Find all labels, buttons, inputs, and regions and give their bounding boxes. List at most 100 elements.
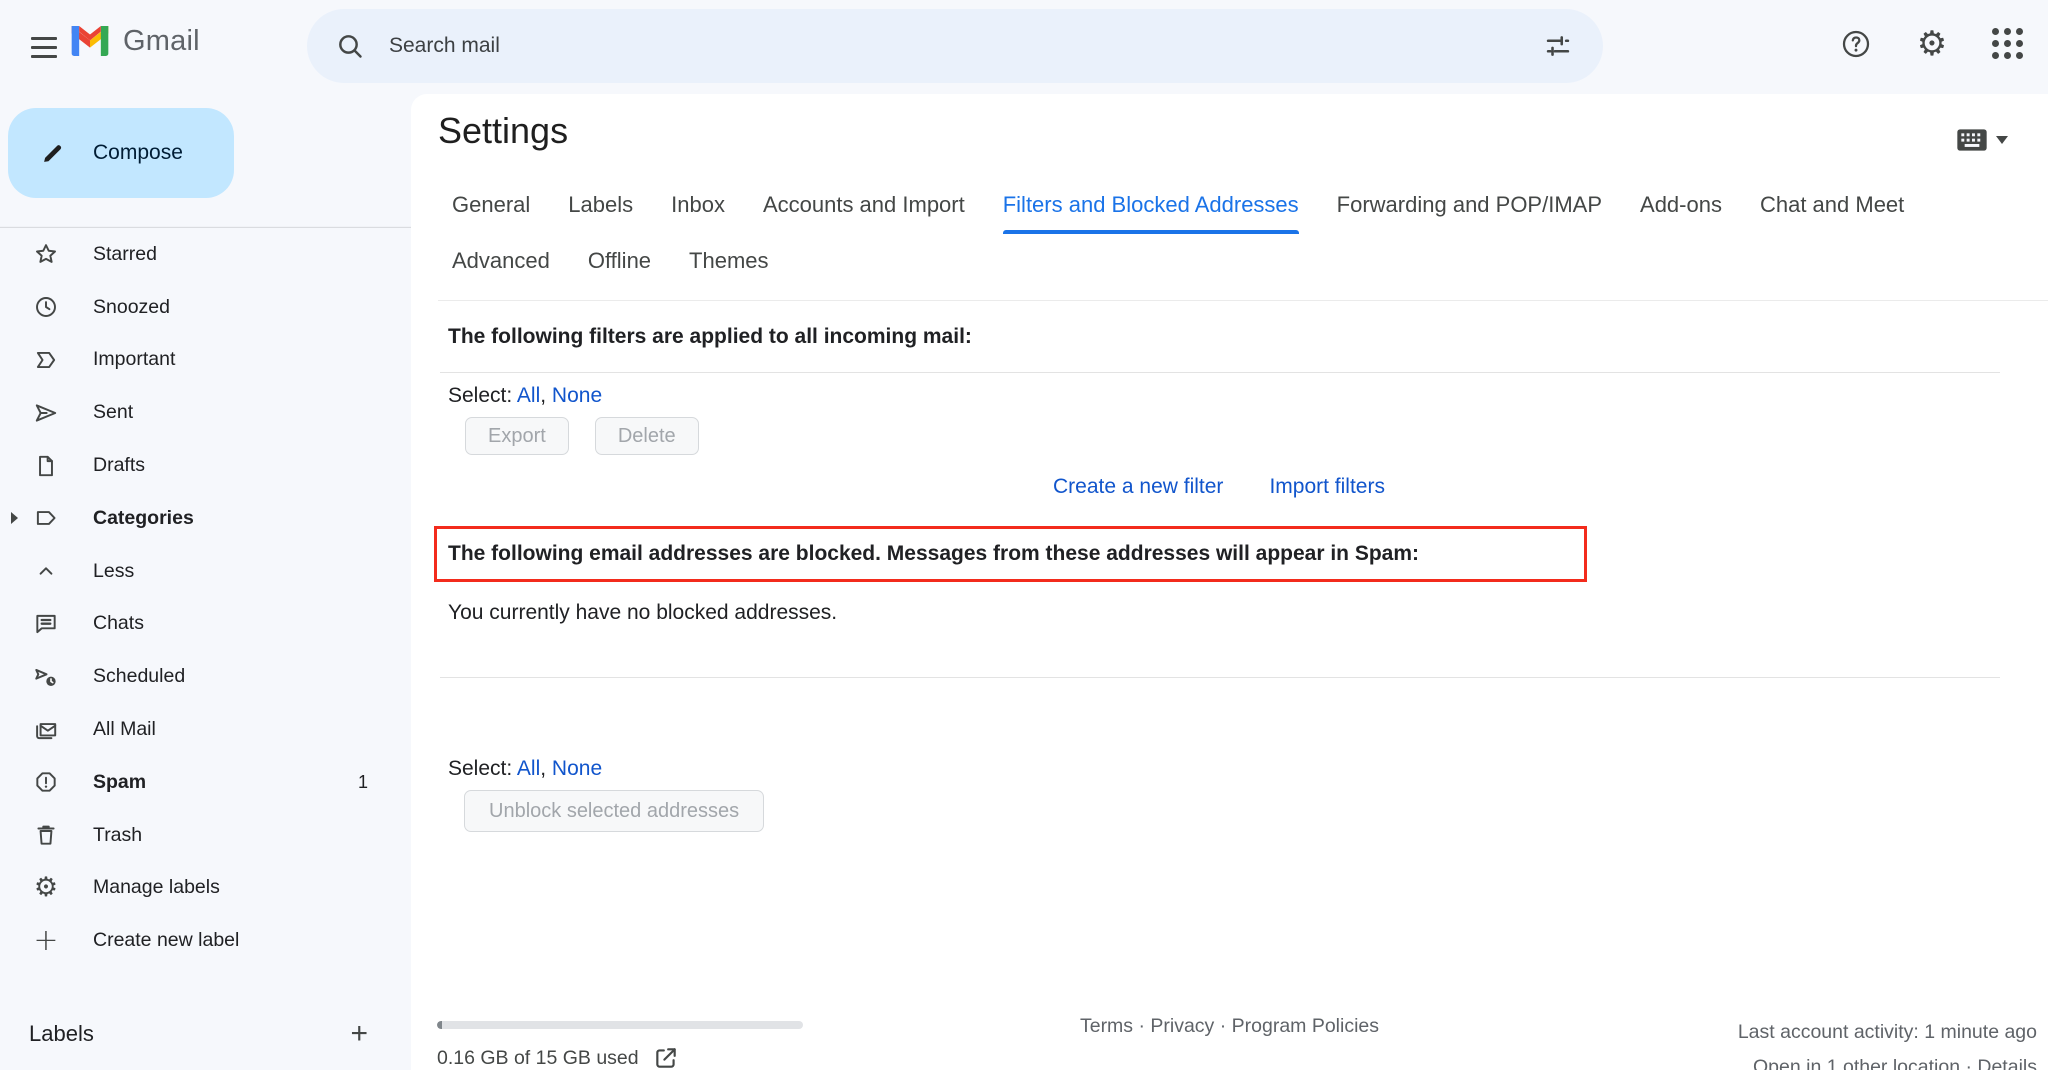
gear-icon: ⚙ (33, 875, 59, 901)
page-title: Settings (438, 110, 568, 152)
sidebar-item-label: Important (93, 348, 175, 371)
filter-links-row: Create a new filter Import filters (438, 475, 2000, 499)
select-all-link[interactable]: All (517, 384, 540, 407)
sidebar-nav-item[interactable]: Categories (0, 492, 411, 545)
search-bar (307, 9, 1603, 83)
search-options-tune-icon[interactable] (1535, 23, 1581, 69)
open-locations-text[interactable]: Open in 1 other location · Details (1738, 1050, 2037, 1070)
open-in-new-icon[interactable] (653, 1045, 679, 1070)
blocked-section-heading: The following email addresses are blocke… (448, 542, 1419, 566)
settings-tab[interactable]: Offline (588, 240, 651, 282)
spam-icon (33, 769, 59, 795)
settings-main-panel: Settings General Labels Inbox Accounts (411, 94, 2048, 1070)
draft-icon (33, 453, 59, 479)
google-apps-icon[interactable] (1984, 20, 2032, 68)
unread-count: 1 (358, 772, 368, 793)
topbar-actions: ⚙ (1832, 20, 2032, 68)
sidebar-nav-item[interactable]: Chats (0, 598, 411, 651)
sidebar-item-label: All Mail (93, 718, 156, 741)
tabs-row-1: General Labels Inbox Accounts and Import… (438, 178, 2048, 232)
sidebar-nav-item[interactable]: Drafts (0, 439, 411, 492)
separator: , (540, 384, 546, 407)
settings-tab[interactable]: Chat and Meet (1760, 184, 1904, 226)
select-label: Select: (448, 384, 512, 407)
labels-header: Labels (29, 1021, 94, 1047)
sidebar-item-label: Trash (93, 824, 142, 847)
sidebar-nav-item[interactable]: Sent (0, 386, 411, 439)
sidebar-nav-item[interactable]: Snoozed (0, 281, 411, 334)
tabs-row-2: Advanced Offline Themes (438, 232, 2048, 290)
sidebar-item-label: Spam (93, 771, 146, 794)
settings-tab[interactable]: Add-ons (1640, 184, 1722, 226)
labels-header-row: Labels + (0, 1012, 411, 1056)
create-filter-link[interactable]: Create a new filter (1053, 475, 1223, 499)
create-label-plus-icon[interactable]: + (350, 1019, 368, 1049)
settings-tab[interactable]: Filters and Blocked Addresses (1003, 184, 1299, 226)
trash-icon (33, 822, 59, 848)
settings-gear-icon[interactable]: ⚙ (1908, 20, 1956, 68)
last-activity-text: Last account activity: 1 minute ago (1738, 1015, 2037, 1050)
sidebar-nav-item[interactable]: Scheduled (0, 650, 411, 703)
sidebar-nav: Starred Snoozed Important Sent (0, 227, 411, 967)
account-activity: Last account activity: 1 minute ago Open… (1738, 1015, 2037, 1070)
settings-tab[interactable]: General (452, 184, 530, 226)
sidebar-nav-item[interactable]: + Create new label (0, 914, 411, 967)
tag-icon (33, 505, 59, 531)
settings-content: The following filters are applied to all… (411, 303, 2048, 1070)
filters-buttons: Export Delete (465, 417, 699, 455)
separator: , (540, 757, 546, 780)
settings-tabs: General Labels Inbox Accounts and Import… (438, 178, 2048, 301)
storage-text: 0.16 GB of 15 GB used (437, 1047, 639, 1070)
import-filters-link[interactable]: Import filters (1269, 475, 1385, 499)
export-button[interactable]: Export (465, 417, 569, 455)
settings-tab[interactable]: Accounts and Import (763, 184, 965, 226)
star-icon (33, 241, 59, 267)
help-icon[interactable] (1832, 20, 1880, 68)
chat-icon (33, 611, 59, 637)
divider (440, 372, 2000, 373)
divider (440, 677, 2000, 678)
search-icon[interactable] (327, 23, 373, 69)
select-all-link[interactable]: All (517, 757, 540, 780)
plus-icon: + (33, 928, 59, 954)
gmail-logo: Gmail (70, 23, 200, 59)
hamburger-menu-icon[interactable] (22, 25, 66, 69)
sidebar: Compose Starred Snoozed Important (0, 94, 411, 1070)
settings-tab[interactable]: Advanced (452, 240, 550, 282)
sidebar-nav-item[interactable]: Less (0, 545, 411, 598)
unblock-selected-button[interactable]: Unblock selected addresses (464, 790, 764, 832)
expand-arrow-icon[interactable] (11, 512, 18, 524)
filters-select-row: Select: All, None (448, 384, 602, 408)
select-label: Select: (448, 757, 512, 780)
all-mail-icon (33, 717, 59, 743)
settings-tab[interactable]: Labels (568, 184, 633, 226)
sidebar-nav-item[interactable]: Spam 1 (0, 756, 411, 809)
blocked-heading-highlight-box: The following email addresses are blocke… (434, 526, 1587, 582)
sidebar-nav-item[interactable]: Trash (0, 809, 411, 862)
sidebar-item-label: Sent (93, 401, 133, 424)
important-icon (33, 347, 59, 373)
no-blocked-addresses-text: You currently have no blocked addresses. (448, 601, 837, 625)
chevron-down-icon (1996, 136, 2008, 144)
pencil-icon (40, 140, 66, 166)
sidebar-nav-item[interactable]: Starred (0, 228, 411, 281)
sidebar-item-label: Manage labels (93, 876, 220, 899)
search-input[interactable] (373, 34, 1535, 58)
select-none-link[interactable]: None (552, 757, 602, 780)
send-icon (33, 400, 59, 426)
blocked-select-row: Select: All, None (448, 757, 602, 781)
input-tools-selector[interactable] (1956, 128, 2008, 152)
compose-button[interactable]: Compose (8, 108, 234, 198)
settings-tab[interactable]: Themes (689, 240, 768, 282)
delete-button[interactable]: Delete (595, 417, 699, 455)
settings-tab[interactable]: Forwarding and POP/IMAP (1337, 184, 1602, 226)
sidebar-nav-item[interactable]: Important (0, 334, 411, 387)
gmail-m-icon (70, 23, 110, 59)
sidebar-item-label: Categories (93, 507, 194, 530)
sidebar-nav-item[interactable]: All Mail (0, 703, 411, 756)
sidebar-item-label: Less (93, 560, 134, 583)
settings-tab[interactable]: Inbox (671, 184, 725, 226)
sidebar-item-label: Snoozed (93, 296, 170, 319)
sidebar-nav-item[interactable]: ⚙ Manage labels (0, 862, 411, 915)
select-none-link[interactable]: None (552, 384, 602, 407)
